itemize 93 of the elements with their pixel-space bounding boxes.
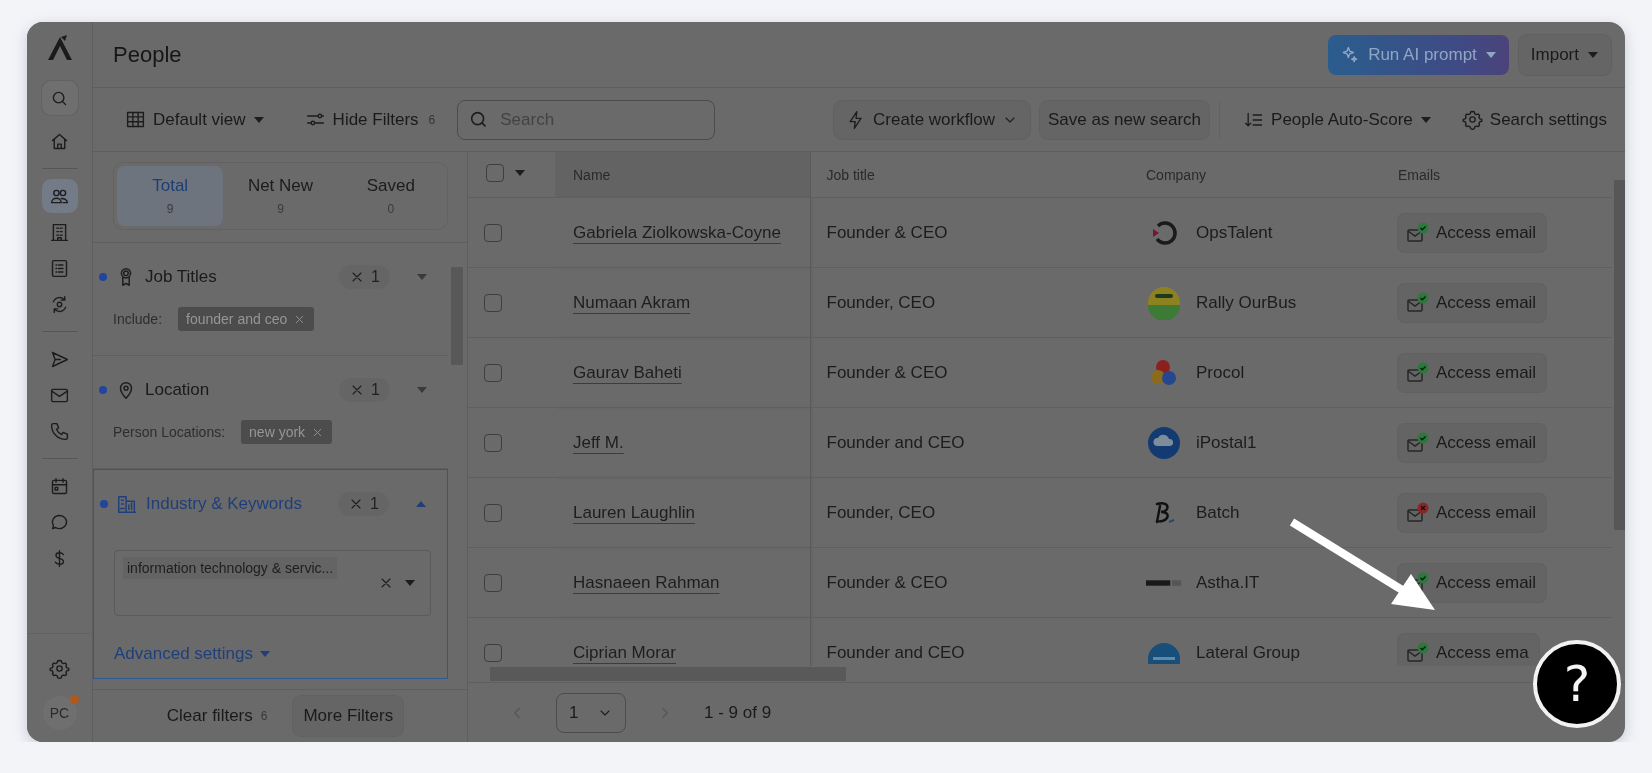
filter-count[interactable]: 1 (339, 265, 390, 289)
filter-chip[interactable]: founder and ceo (178, 307, 315, 331)
company-name: Astha.IT (1196, 572, 1260, 593)
person-name-link[interactable]: Lauren Laughlin (573, 502, 695, 522)
access-email-button[interactable]: Access email (1398, 493, 1547, 532)
table-cell: Founder and CEO (810, 407, 1130, 478)
filter-count[interactable]: 1 (338, 492, 389, 516)
row-checkbox[interactable] (484, 574, 502, 592)
person-name-link[interactable]: Gaurav Baheti (573, 362, 682, 382)
caret-icon[interactable] (415, 500, 427, 508)
select-all-checkbox[interactable] (486, 164, 504, 182)
row-checkbox[interactable] (484, 504, 502, 522)
table-icon (125, 109, 146, 130)
view-selector[interactable]: Default view (117, 100, 273, 139)
company-logo-icon (1147, 641, 1181, 664)
company-logo-icon (1147, 285, 1181, 320)
access-email-button[interactable]: Access email (1398, 423, 1547, 462)
table-cell: Founder & CEO (810, 547, 1130, 618)
run-ai-prompt-button[interactable]: Run AI prompt (1328, 34, 1509, 75)
avatar-initials: PC (49, 705, 70, 721)
building-icon (49, 221, 70, 243)
filter-count[interactable]: 1 (339, 378, 390, 402)
person-name-link[interactable]: Ciprian Morar (573, 642, 676, 662)
person-name-link[interactable]: Jeff M. (573, 432, 624, 452)
caret-icon (258, 650, 271, 658)
search-settings-button[interactable]: Search settings (1453, 100, 1615, 139)
company-name: iPostal1 (1196, 432, 1257, 453)
nav-button[interactable] (41, 179, 78, 213)
page-range: 1 - 9 of 9 (704, 702, 772, 723)
filter-header[interactable]: Job Titles 1 (99, 247, 448, 307)
access-email-button[interactable]: Access email (1398, 283, 1547, 322)
industry-select[interactable]: information technology & servic... (114, 550, 431, 616)
caret-icon (404, 579, 416, 587)
person-name-link[interactable]: Hasnaeen Rahman (573, 572, 720, 592)
caret-icon[interactable] (416, 386, 428, 394)
import-button[interactable]: Import (1518, 34, 1611, 75)
filter-title: Location (145, 380, 211, 400)
access-email-button[interactable]: Access email (1398, 213, 1547, 252)
row-checkbox[interactable] (484, 644, 502, 662)
column-header[interactable]: Company (1130, 152, 1382, 198)
list-icon (49, 257, 70, 279)
access-email-button[interactable]: Access email (1398, 563, 1547, 602)
access-email-button[interactable]: Access email (1398, 353, 1547, 392)
company-logo-icon (1147, 425, 1181, 460)
create-workflow-button[interactable]: Create workflow (834, 100, 1030, 139)
column-header[interactable]: Emails (1382, 152, 1612, 198)
column-header[interactable]: Name (555, 152, 810, 198)
auto-score-button[interactable]: People Auto-Score (1236, 100, 1440, 139)
row-checkbox[interactable] (484, 364, 502, 382)
criteria-label: Person Locations: (113, 424, 226, 440)
company-name: OpsTalent (1196, 222, 1273, 243)
selected-value: information technology & servic... (123, 557, 338, 579)
page-title: People (113, 41, 183, 68)
caret-icon (252, 115, 265, 124)
caret-icon[interactable] (416, 273, 428, 281)
company-name: Rally OurBus (1196, 292, 1297, 313)
more-filters-button[interactable]: More Filters (293, 696, 404, 736)
settings-icon (1461, 109, 1483, 130)
row-checkbox[interactable] (484, 224, 502, 242)
caret-icon (1484, 50, 1497, 59)
criteria-label: Include: (113, 311, 163, 327)
nav-button[interactable] (41, 81, 78, 115)
company-name: Lateral Group (1196, 642, 1300, 663)
filter-header[interactable]: Location 1 (99, 360, 448, 420)
column-header[interactable]: Job title (810, 152, 1130, 198)
table-cell: Founder, CEO (810, 477, 1130, 548)
calendar-icon (49, 475, 70, 497)
company-name: Procol (1196, 362, 1245, 383)
advanced-settings-link[interactable]: Advanced settings (114, 644, 271, 664)
filter-header[interactable]: Industry & Keywords 1 (100, 474, 447, 534)
access-email-button[interactable]: Access ema (1398, 633, 1539, 666)
filter-title: Industry & Keywords (146, 494, 303, 514)
table-cell: Founder, CEO (810, 267, 1130, 338)
save-search-button[interactable]: Save as new search (1039, 100, 1210, 139)
filter-tab[interactable]: Total 9 (117, 166, 224, 226)
caret-icon[interactable] (514, 169, 526, 177)
filter-title: Job Titles (145, 267, 218, 287)
person-name-link[interactable]: Gabriela Ziolkowska-Coyne (573, 222, 781, 242)
company-name: Batch (1196, 502, 1240, 523)
page-select[interactable]: 1 (556, 692, 626, 733)
building-chart-icon (116, 493, 138, 515)
row-checkbox[interactable] (484, 294, 502, 312)
caret-icon (1587, 50, 1599, 59)
row-checkbox[interactable] (484, 434, 502, 452)
settings-icon (49, 657, 70, 679)
filter-chip[interactable]: new york (241, 420, 333, 444)
caret-icon (1419, 115, 1432, 124)
table-cell: Founder & CEO (810, 197, 1130, 268)
person-name-link[interactable]: Numaan Akram (573, 292, 691, 312)
table-cell: Founder & CEO (810, 337, 1130, 408)
help-button[interactable]: ? (1533, 640, 1621, 728)
phone-icon (49, 420, 70, 442)
avatar[interactable]: PC (42, 696, 77, 730)
